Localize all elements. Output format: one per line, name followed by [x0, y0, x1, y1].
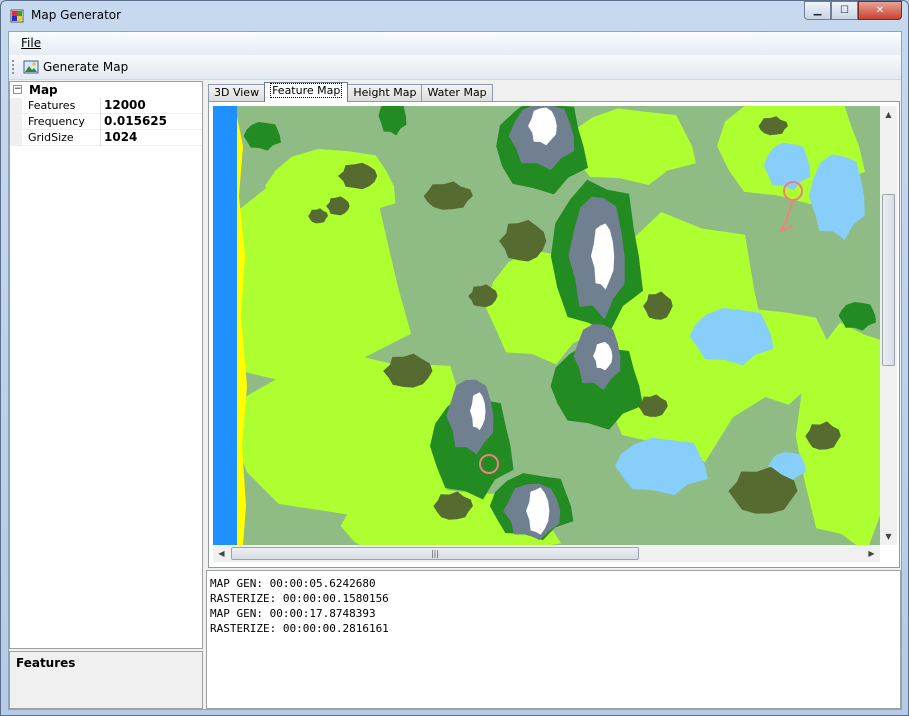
output-log[interactable]: MAP GEN: 00:00:05.6242680 RASTERIZE: 00:…: [206, 570, 901, 709]
app-icon: [10, 9, 24, 23]
horizontal-scrollbar[interactable]: ◀ ||| ▶: [213, 545, 880, 562]
property-grid: − Map Features 12000 Frequency 0.015625 …: [9, 81, 203, 649]
property-row-gridsize[interactable]: GridSize 1024: [10, 130, 202, 146]
property-value[interactable]: 0.015625: [104, 114, 167, 128]
tab-label: Feature Map: [270, 83, 343, 98]
toolbar: Generate Map: [9, 55, 901, 80]
menu-bar: File: [9, 32, 901, 55]
tab-height-map[interactable]: Height Map: [347, 84, 423, 102]
category-label: Map: [29, 83, 58, 97]
feature-map-image[interactable]: [213, 106, 880, 545]
tab-feature-map[interactable]: Feature Map: [264, 82, 349, 102]
scroll-right-icon[interactable]: ▶: [863, 545, 880, 562]
log-line: RASTERIZE: 00:00:00.2816161: [210, 622, 389, 635]
horizontal-scroll-thumb[interactable]: |||: [231, 547, 639, 560]
menu-file-label: File: [21, 36, 42, 50]
app-window: Map Generator ▁ ☐ ✕ File Generate Map − …: [0, 0, 909, 716]
scroll-left-icon[interactable]: ◀: [213, 545, 230, 562]
minimize-button[interactable]: ▁: [804, 1, 831, 20]
property-value[interactable]: 12000: [104, 98, 146, 112]
feature-map-canvas: [213, 106, 880, 545]
feature-map-page: ▲ ▼ ◀ ||| ▶: [208, 101, 900, 568]
picture-icon: [23, 60, 39, 74]
property-name: GridSize: [28, 131, 74, 144]
vertical-scrollbar[interactable]: ▲ ▼: [880, 106, 897, 545]
help-title: Features: [16, 656, 76, 670]
tab-label: 3D View: [214, 86, 260, 99]
property-help-panel: Features: [9, 651, 203, 709]
property-name: Frequency: [28, 115, 85, 128]
client-area: File Generate Map − Map Features 12000 F…: [8, 31, 902, 710]
property-value[interactable]: 1024: [104, 130, 137, 144]
generate-map-button[interactable]: Generate Map: [20, 57, 131, 77]
property-row-features[interactable]: Features 12000: [10, 98, 202, 114]
close-button[interactable]: ✕: [858, 1, 902, 20]
maximize-button[interactable]: ☐: [831, 1, 858, 20]
property-category[interactable]: − Map: [10, 82, 202, 98]
generate-map-label: Generate Map: [43, 60, 129, 74]
title-bar[interactable]: Map Generator ▁ ☐ ✕: [1, 1, 908, 31]
property-row-frequency[interactable]: Frequency 0.015625: [10, 114, 202, 130]
log-line: RASTERIZE: 00:00:00.1580156: [210, 592, 389, 605]
log-line: MAP GEN: 00:00:05.6242680: [210, 577, 376, 590]
tab-label: Height Map: [353, 86, 417, 99]
tab-label: Water Map: [427, 86, 487, 99]
vertical-scroll-thumb[interactable]: [882, 194, 895, 366]
window-title: Map Generator: [31, 8, 122, 22]
tab-strip: 3D View Feature Map Height Map Water Map: [208, 82, 493, 102]
property-name: Features: [28, 99, 76, 112]
tab-water-map[interactable]: Water Map: [421, 84, 493, 102]
collapse-icon[interactable]: −: [13, 85, 22, 94]
menu-file[interactable]: File: [21, 36, 41, 50]
scroll-down-icon[interactable]: ▼: [880, 528, 897, 545]
log-line: MAP GEN: 00:00:17.8748393: [210, 607, 376, 620]
toolbar-grip[interactable]: [12, 60, 15, 74]
tab-3d-view[interactable]: 3D View: [208, 84, 266, 102]
scroll-up-icon[interactable]: ▲: [880, 106, 897, 123]
